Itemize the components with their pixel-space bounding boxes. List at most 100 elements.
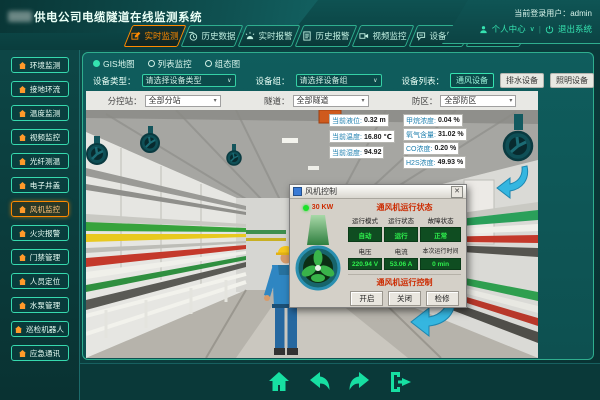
sidebar-item-fiber-temp[interactable]: 光纤测温	[11, 153, 69, 169]
close-icon[interactable]: ✕	[451, 186, 463, 198]
sensor-temperature: 当前温度:16.80 ℃	[329, 130, 395, 143]
select-arrow-icon: ∨	[373, 77, 377, 84]
bottom-nav-bar	[80, 363, 600, 400]
personal-center-link[interactable]: 个人中心	[492, 23, 526, 35]
run-mode-value: 自动	[348, 227, 382, 242]
voltage-value: 220.94 V	[348, 258, 382, 270]
device-button-ventilation[interactable]: 通风设备	[450, 73, 494, 88]
history-doc-icon	[302, 31, 312, 41]
history-clock-icon	[188, 31, 198, 41]
current-label: 电流	[384, 246, 418, 256]
device-type-select[interactable]: 请选择设备类型∨	[142, 74, 236, 87]
dialog-divider	[348, 274, 461, 275]
run-mode-label: 运行模式	[348, 215, 382, 225]
device-button-lighting[interactable]: 照明设备	[550, 73, 594, 88]
tunnel-label: 隧道：	[264, 95, 290, 107]
sidebar-item-temp-monitor[interactable]: 温度监测	[11, 105, 69, 121]
sensor-methane: 甲烷浓度:0.04 %	[403, 114, 463, 127]
person-icon	[479, 25, 488, 34]
fan-graphic	[295, 213, 341, 299]
fan-stop-button[interactable]: 关闭	[388, 291, 421, 306]
house-icon	[19, 302, 26, 309]
radio-gis-map[interactable]: GIS地图	[93, 58, 135, 70]
device-group-select[interactable]: 请选择设备组∨	[296, 74, 382, 87]
sensor-oxygen: 氧气含量:31.02 %	[403, 128, 467, 141]
zone-label: 防区：	[412, 95, 438, 107]
undo-arrow-icon[interactable]	[306, 370, 332, 394]
house-icon	[19, 206, 26, 213]
house-icon	[19, 254, 26, 261]
fault-state-value: 正常	[420, 227, 461, 242]
device-type-label: 设备类型：	[93, 75, 136, 87]
app-title: 供电公司电缆隧道在线监测系统	[34, 9, 202, 25]
runtime-label: 本次运行时间	[420, 246, 461, 256]
app-window: 供电公司电缆隧道在线监测系统 实时监测 历史数据 实时报警	[0, 0, 600, 400]
radio-scada-diagram[interactable]: 组态图	[205, 58, 241, 70]
current-value: 53.06 A	[384, 258, 418, 270]
station-select[interactable]: 全部分站▾	[145, 95, 221, 107]
sidebar-item-manhole-cover[interactable]: 电子井盖	[11, 177, 69, 193]
header: 供电公司电缆隧道在线监测系统 实时监测 历史数据 实时报警	[0, 0, 600, 50]
house-icon	[19, 278, 26, 285]
sidebar-item-personnel-location[interactable]: 人员定位	[11, 273, 69, 289]
power-icon	[545, 25, 554, 34]
device-list-label: 设备列表：	[402, 75, 445, 87]
fan-status-header: 通风机运行状态	[348, 202, 461, 213]
fault-state-label: 故障状态	[420, 215, 461, 225]
select-arrow-icon: ▾	[509, 97, 512, 104]
house-icon	[19, 158, 26, 165]
runtime-value: 0 min	[420, 258, 461, 270]
house-icon	[19, 230, 26, 237]
current-user-label: 当前登录用户：admin	[514, 8, 592, 19]
power-led-indicator	[303, 205, 309, 211]
sensor-co: CO浓度:0.20 %	[403, 142, 459, 155]
fan-control-header: 通风机运行控制	[348, 277, 461, 288]
tab-realtime-monitor[interactable]: 实时监测	[124, 25, 187, 47]
station-label: 分控站：	[108, 95, 142, 107]
sidebar-item-env-monitor[interactable]: 环境监测	[11, 57, 69, 73]
logout-link[interactable]: 退出系统	[558, 23, 592, 35]
run-state-value: 运行	[384, 227, 418, 242]
chevron-down-icon[interactable]: ∨	[530, 25, 535, 33]
voltage-label: 电压	[348, 246, 382, 256]
sidebar: 环境监测 接地环流 温度监测 视频监控 光纤测温 电子井盖 风机监控 火灾报警 …	[0, 50, 80, 400]
fan-start-button[interactable]: 开启	[350, 291, 383, 306]
select-arrow-icon: ▾	[214, 97, 217, 104]
sensor-humidity: 当前湿度:94.92	[329, 146, 384, 159]
sensor-h2s: H2S浓度:49.93 %	[403, 156, 466, 169]
location-filter-bar: 分控站： 全部分站▾ 隧道： 全部隧道▾ 防区： 全部防区▾	[86, 91, 538, 110]
tab-realtime-alarm[interactable]: 实时报警	[238, 25, 301, 47]
exit-icon[interactable]	[388, 370, 414, 394]
sidebar-item-ground-current[interactable]: 接地环流	[11, 81, 69, 97]
house-icon	[19, 182, 26, 189]
sidebar-item-fire-alarm[interactable]: 火灾报警	[11, 225, 69, 241]
tab-video-monitor[interactable]: 视频监控	[352, 25, 415, 47]
redo-arrow-icon[interactable]	[347, 370, 373, 394]
device-button-drainage[interactable]: 排水设备	[500, 73, 544, 88]
monitor-edit-icon	[131, 31, 141, 41]
house-icon	[15, 326, 22, 333]
user-panel: 当前登录用户：admin 个人中心 ∨ | 退出系统	[442, 0, 600, 44]
zone-select[interactable]: 全部防区▾	[440, 95, 516, 107]
tunnel-select[interactable]: 全部隧道▾	[293, 95, 369, 107]
dialog-titlebar[interactable]: 风机控制 ✕	[290, 185, 466, 199]
device-group-label: 设备组：	[256, 75, 290, 87]
fan-overhaul-button[interactable]: 检修	[426, 291, 459, 306]
sidebar-item-pump-manage[interactable]: 水泵管理	[11, 297, 69, 313]
house-icon	[19, 62, 26, 69]
sidebar-item-emergency-comm[interactable]: 应急通讯	[11, 345, 69, 361]
redacted-company-name	[8, 11, 32, 22]
radio-dot	[205, 60, 212, 67]
house-icon	[19, 110, 26, 117]
sidebar-item-fan-monitor[interactable]: 风机监控	[11, 201, 69, 217]
house-icon	[19, 350, 26, 357]
sidebar-item-inspection-robot[interactable]: 巡检机器人	[11, 321, 69, 337]
tab-history-alarm[interactable]: 历史报警	[295, 25, 358, 47]
radio-list-monitor[interactable]: 列表监控	[148, 58, 192, 70]
sidebar-item-video-monitor[interactable]: 视频监控	[11, 129, 69, 145]
video-camera-icon	[359, 31, 369, 41]
home-icon[interactable]	[267, 370, 291, 394]
run-state-label: 运行状态	[384, 215, 418, 225]
sidebar-item-access-control[interactable]: 门禁管理	[11, 249, 69, 265]
tab-history-data[interactable]: 历史数据	[181, 25, 244, 47]
